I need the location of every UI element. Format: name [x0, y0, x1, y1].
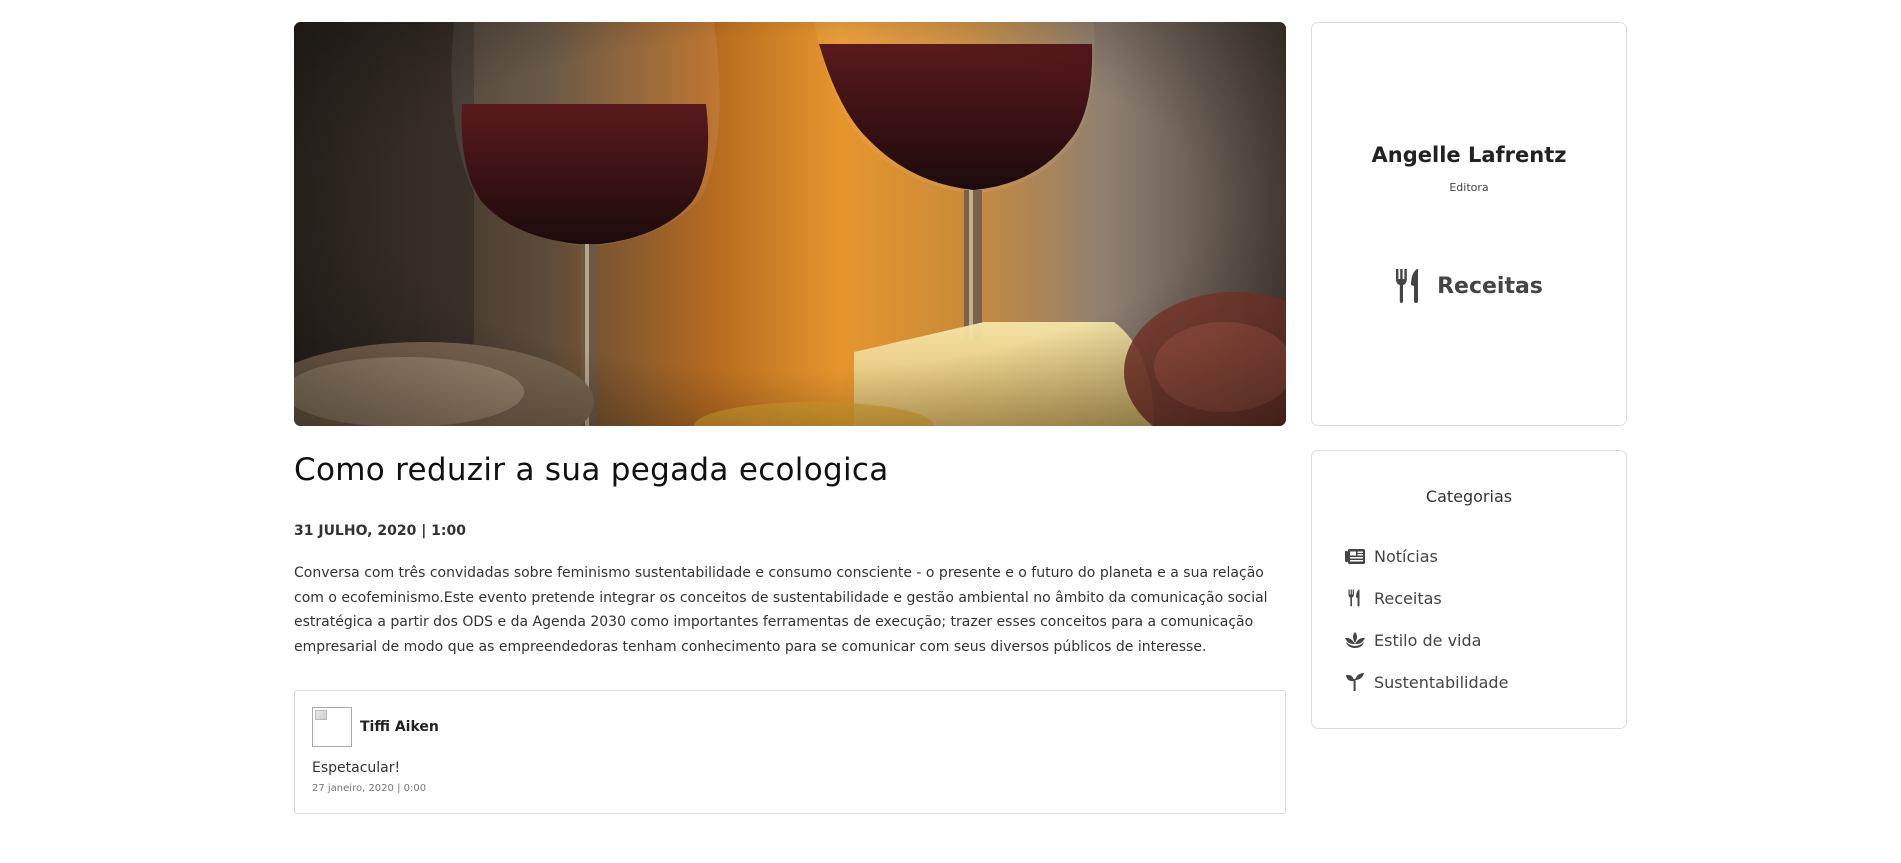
- post-body: Conversa com três convidadas sobre femin…: [294, 565, 1268, 655]
- author-name: Angelle Lafrentz: [1371, 143, 1567, 167]
- utensils-icon: [1344, 589, 1366, 607]
- seedling-icon: [1344, 673, 1366, 691]
- category-label: Sustentabilidade: [1374, 672, 1509, 692]
- author-category[interactable]: Receitas: [1312, 269, 1626, 303]
- categories-heading: Categorias: [1425, 487, 1513, 506]
- page: Como reduzir a sua pegada ecologica 31 J…: [0, 0, 1901, 863]
- category-item-noticias[interactable]: Notícias: [1344, 535, 1508, 577]
- comment-text: Espetacular!: [312, 760, 401, 776]
- category-label: Receitas: [1374, 588, 1442, 608]
- author-card: Angelle Lafrentz Editora Receitas: [1311, 22, 1627, 426]
- post-date: 31 JULHO, 2020 | 1:00: [294, 523, 467, 539]
- category-item-estilo-de-vida[interactable]: Estilo de vida: [1344, 619, 1508, 661]
- category-item-receitas[interactable]: Receitas: [1344, 577, 1508, 619]
- category-label: Notícias: [1374, 546, 1438, 566]
- category-item-sustentabilidade[interactable]: Sustentabilidade: [1344, 661, 1508, 703]
- categories-list: Notícias Receitas Estilo de vida Sustent…: [1344, 535, 1508, 703]
- post-title: Como reduzir a sua pegada ecologica: [294, 452, 889, 488]
- comment-author: Tiffi Aiken: [360, 719, 439, 735]
- broken-image-icon: [312, 707, 352, 747]
- post-image: [294, 22, 1286, 426]
- utensils-icon: [1396, 269, 1419, 303]
- author-role: Editora: [1449, 181, 1489, 194]
- comment-time: 27 janeiro, 2020 | 0:00: [312, 783, 427, 794]
- wine-glasses-photo: [294, 22, 1286, 426]
- category-label: Estilo de vida: [1374, 630, 1482, 650]
- comment-card: Tiffi Aiken Espetacular! 27 janeiro, 202…: [294, 690, 1286, 814]
- author-category-label: Receitas: [1437, 273, 1543, 299]
- categories-card: Categorias Notícias Receitas Estilo de v…: [1311, 450, 1627, 729]
- newspaper-icon: [1344, 547, 1366, 565]
- spa-icon: [1344, 631, 1366, 649]
